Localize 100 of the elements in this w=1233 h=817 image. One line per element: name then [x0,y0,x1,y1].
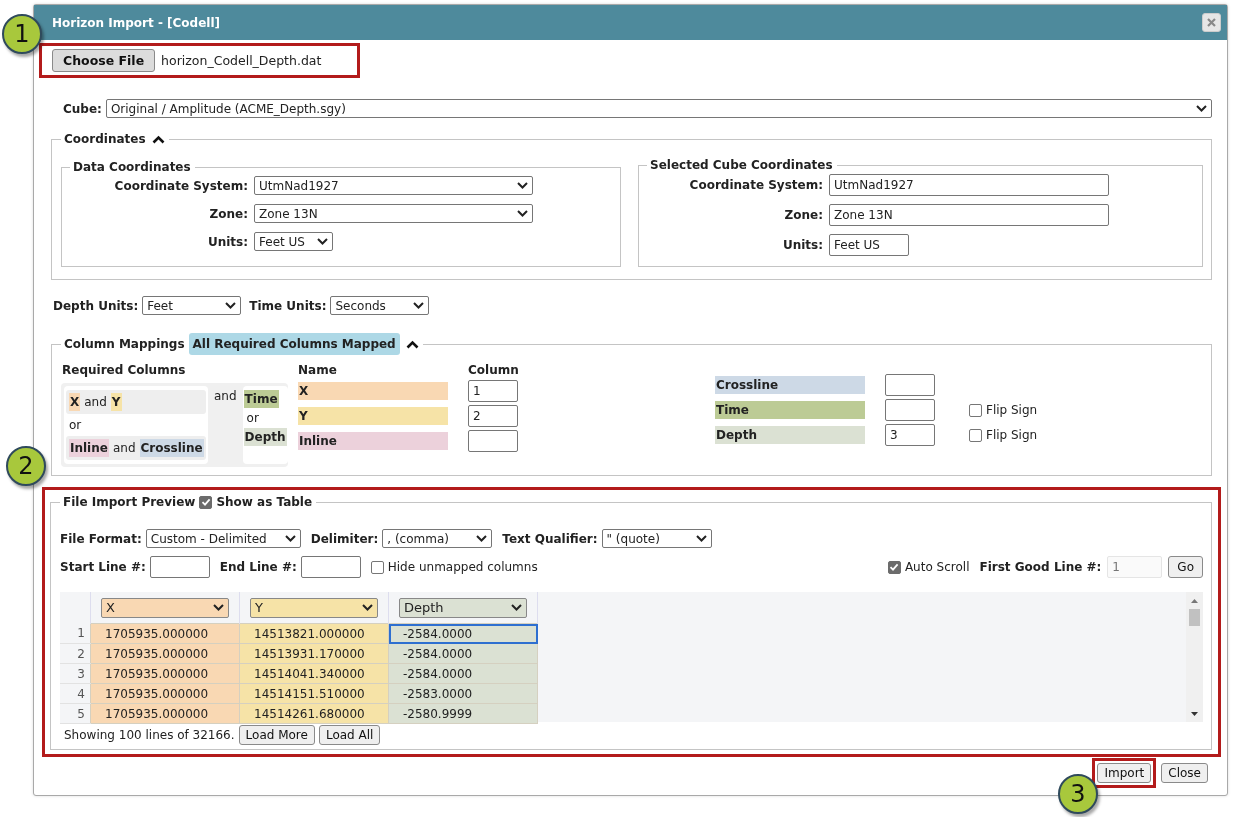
table-cell[interactable]: 1705935.000000 [90,663,240,684]
chevron-down-icon [476,535,488,542]
connector-word: or [68,417,83,434]
column-name: Time [715,401,865,419]
field-label: Coordinate System: [688,178,823,192]
chevron-down-icon [225,302,237,309]
chevron-down-icon [695,535,707,542]
dropdown[interactable]: Zone 13N [254,204,533,223]
close-button[interactable] [1202,13,1221,32]
input-field[interactable]: Zone 13N [829,204,1109,226]
chevron-up-icon[interactable] [151,134,165,144]
dropdown[interactable]: Original / Amplitude (ACME_Depth.sgy) [105,99,1212,118]
window-title: Horizon Import - [Codell] [52,15,221,30]
dropdown[interactable]: Feet [142,296,242,315]
table-cell[interactable]: 1705935.000000 [90,683,240,704]
field-label: Time Units: [249,298,327,313]
dropdown[interactable]: , (comma) [382,529,493,548]
table-cell[interactable]: 1705935.000000 [90,703,240,724]
close-icon [1207,18,1216,27]
chevron-down-icon [1196,105,1207,112]
table-cell[interactable]: 1705935.000000 [90,623,240,644]
line-number: 5 [60,703,91,724]
section-title: Coordinates [64,132,146,146]
field-label: End Line #: [219,560,297,574]
input-field[interactable] [468,430,518,452]
input-field[interactable]: Feet US [829,234,909,256]
callout-badge: 3 [1058,774,1098,814]
input-field[interactable] [885,399,935,421]
field-label: First Good Line #: [979,560,1102,574]
column-name: Depth [715,426,865,444]
field-label: Start Line #: [60,560,146,574]
section-title: File Import Preview [63,495,196,509]
dropdown[interactable]: Custom - Delimited [145,529,301,548]
checkbox-label: Show as Table [216,495,313,509]
field-label: Depth Units: [53,298,139,313]
column-header: Column [468,363,519,377]
line-number: 1 [60,623,91,644]
callout-badge: 2 [6,446,46,486]
dropdown[interactable]: Seconds [330,296,430,315]
chevron-down-icon [284,535,296,542]
go-button[interactable]: Go [1168,556,1203,578]
chevron-down-icon [317,238,328,245]
field-label: Zone: [783,208,823,222]
input-field[interactable] [300,556,361,578]
summary-text: Showing 100 lines of 32166. [64,728,235,742]
file-name: horizon_Codell_Depth.dat [161,53,322,68]
table-cell[interactable]: 1705935.000000 [90,643,240,664]
column-header: Name [298,363,338,377]
chevron-down-icon [362,604,373,611]
choose-file-button[interactable]: Choose File [52,49,156,72]
field-label: Text Qualifier: [502,531,598,546]
checkbox[interactable] [969,403,982,417]
connector-word: and [84,395,107,409]
dropdown[interactable]: Y [250,597,378,618]
field-label: Zone: [208,206,248,221]
column-tag: Depth [243,428,287,446]
checkbox-label: Flip Sign [986,403,1038,417]
chevron-down-icon [413,302,425,309]
connector-word: and [214,388,237,405]
dropdown[interactable]: Depth [399,597,527,618]
load-button[interactable]: Load All [318,725,381,745]
dropdown[interactable]: X [101,597,229,618]
chevron-down-icon [517,210,528,217]
field-label: Cube: [63,101,102,116]
section-title: Column Mappings [64,337,185,351]
line-number: 4 [60,683,91,704]
column-tag: Y [110,393,122,411]
table-cell[interactable]: -2584.0000 [388,623,538,644]
checkbox-label: Hide unmapped columns [387,560,538,574]
input-field[interactable]: 2 [468,405,518,427]
dropdown[interactable]: " (quote) [601,529,712,548]
field-label: Units: [781,238,823,252]
input-field[interactable]: UtmNad1927 [829,174,1109,196]
table-cell[interactable]: 14513821.000000 [239,623,389,644]
callout-badge: 1 [2,14,42,54]
input-field[interactable]: 1 [468,380,518,402]
dropdown[interactable]: UtmNad1927 [254,176,533,195]
field-label: Units: [206,234,248,249]
field-label: File Format: [60,531,142,546]
checkbox[interactable] [370,560,384,574]
connector-word: and [112,441,136,455]
checkbox[interactable] [887,560,901,574]
load-button[interactable]: Load More [238,725,315,745]
input-field[interactable]: 3 [885,424,935,446]
column-tag: Crossline [139,439,204,457]
line-number: 3 [60,663,91,684]
checkbox[interactable] [969,428,982,442]
status-badge: All Required Columns Mapped [188,333,400,355]
column-header: Required Columns [62,363,187,377]
section-title: Selected Cube Coordinates [650,158,833,172]
chevron-up-icon[interactable] [405,339,419,349]
checkbox[interactable] [199,495,213,509]
dropdown[interactable]: Feet US [254,232,333,251]
column-name: X [298,382,448,400]
input-field[interactable] [149,556,210,578]
dialog-button[interactable]: Close [1161,763,1208,783]
scrollbar[interactable] [1186,592,1203,722]
input-field[interactable] [885,374,935,396]
section-title: Data Coordinates [73,160,191,174]
dialog-button[interactable]: Import [1097,763,1152,783]
